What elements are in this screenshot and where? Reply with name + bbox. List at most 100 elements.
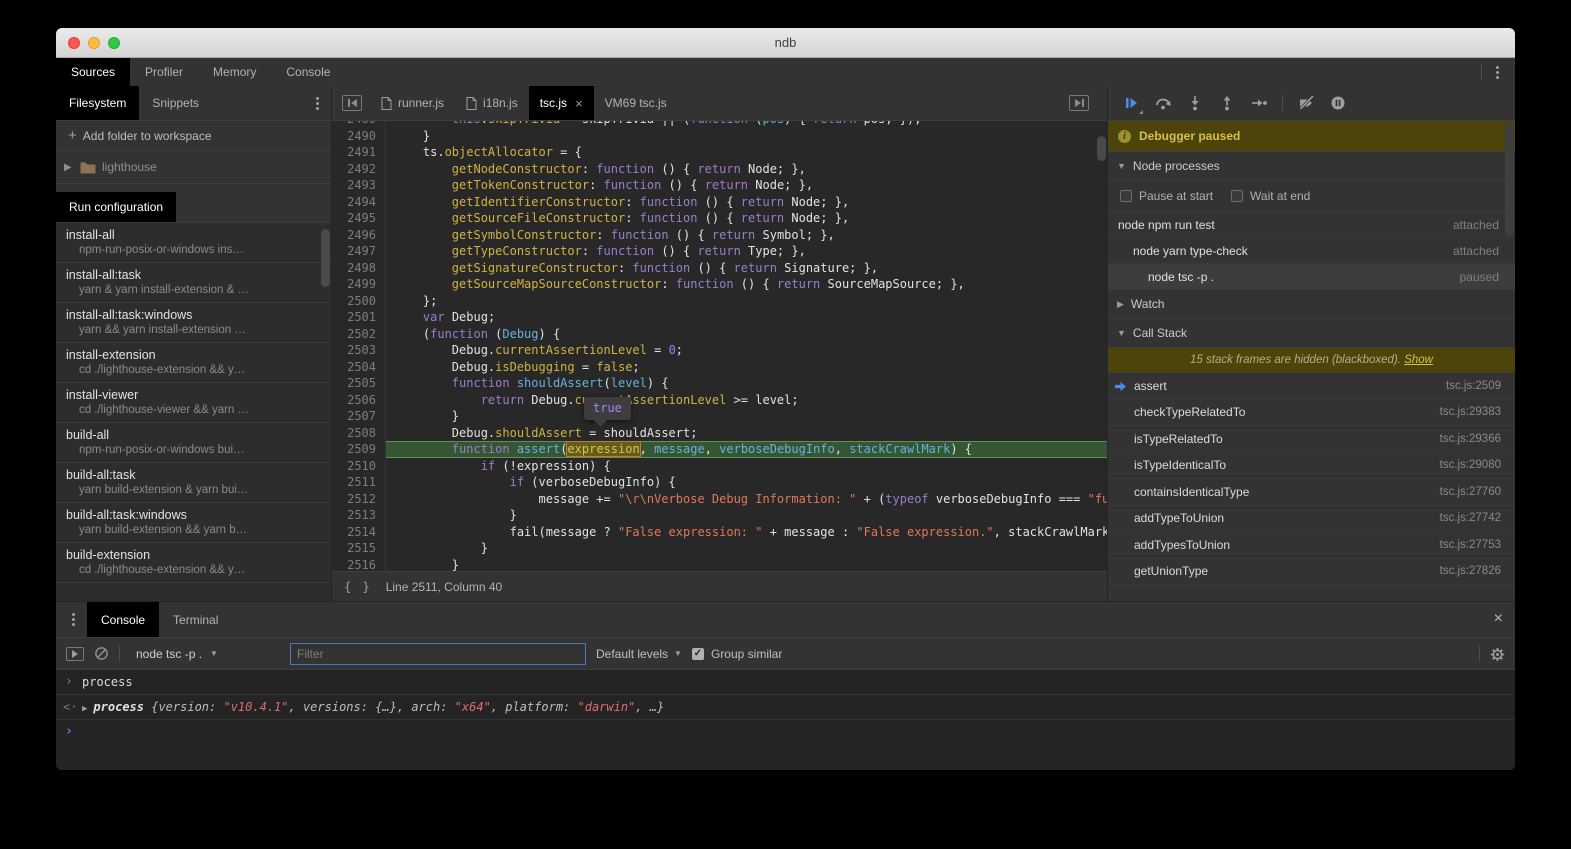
line-number[interactable]: 2506 [332,392,386,409]
execution-line[interactable]: 2509 function assert(expression, message… [332,441,1107,458]
run-config-item[interactable]: build-extensioncd ./lighthouse-extension… [56,543,331,583]
line-number[interactable]: 2513 [332,507,386,524]
code-line[interactable]: 2493 getTokenConstructor: function () { … [332,177,1107,194]
line-number[interactable]: 2494 [332,194,386,211]
run-config-item[interactable]: build-all:task:windowsyarn build-extensi… [56,503,331,543]
main-tab-sources[interactable]: Sources [56,58,130,86]
console-result-row[interactable]: <·▶process {version: "v10.4.1", versions… [56,695,1515,720]
pretty-print-icon[interactable]: { } [344,580,372,594]
code-line[interactable]: 2505 function shouldAssert(level) { [332,375,1107,392]
code-editor[interactable]: 2489 this.skipTrivia = skipTrivia || (fu… [332,121,1107,571]
show-blackboxed-link[interactable]: Show [1404,354,1433,366]
line-number[interactable]: 2496 [332,227,386,244]
code-line[interactable]: 2498 getSignatureConstructor: function (… [332,260,1107,277]
code-line[interactable]: 2511 if (verboseDebugInfo) { [332,474,1107,491]
group-similar-checkbox[interactable]: ✓ Group similar [692,647,782,661]
console-prompt-row[interactable]: › [56,720,1515,744]
main-tab-console[interactable]: Console [271,58,345,86]
pause-at-start-checkbox[interactable]: Pause at start [1120,189,1213,203]
line-number[interactable]: 2504 [332,359,386,376]
code-line[interactable]: 2501 var Debug; [332,309,1107,326]
stack-frame[interactable]: getUnionTypetsc.js:27826 [1108,559,1515,586]
code-line[interactable]: 2515 } [332,540,1107,557]
code-line[interactable]: 2504 Debug.isDebugging = false; [332,359,1107,376]
run-config-item[interactable]: build-allnpm-run-posix-or-windows bui… [56,423,331,463]
sidebar-tab-snippets[interactable]: Snippets [139,86,212,120]
code-line[interactable]: 2510 if (!expression) { [332,458,1107,475]
code-line[interactable]: 2502 (function (Debug) { [332,326,1107,343]
line-number[interactable]: 2490 [332,128,386,145]
code-line[interactable]: 2514 fail(message ? "False expression: "… [332,524,1107,541]
run-config-item[interactable]: install-all:task:windowsyarn && yarn ins… [56,303,331,343]
code-line[interactable]: 2495 getSourceFileConstructor: function … [332,210,1107,227]
close-drawer-icon[interactable]: × [1494,610,1503,628]
process-row[interactable]: node tsc -p .paused [1108,264,1515,290]
line-number[interactable]: 2491 [332,144,386,161]
log-levels-dropdown[interactable]: Default levels ▼ [596,647,682,661]
line-number[interactable]: 2508 [332,425,386,442]
more-options-icon[interactable] [1492,64,1503,81]
line-number[interactable]: 2503 [332,342,386,359]
main-tab-memory[interactable]: Memory [198,58,271,86]
step-out-icon[interactable] [1218,94,1236,112]
add-folder-button[interactable]: + Add folder to workspace [56,121,331,151]
wait-at-end-checkbox[interactable]: Wait at end [1231,189,1310,203]
line-number[interactable]: 2507 [332,408,386,425]
file-tab-tsc-js[interactable]: tsc.js× [529,86,594,120]
process-row[interactable]: node yarn type-checkattached [1108,238,1515,264]
code-line[interactable]: 2499 getSourceMapSourceConstructor: func… [332,276,1107,293]
debugger-panel-scrollbar[interactable] [1505,123,1514,236]
line-number[interactable]: 2492 [332,161,386,178]
clear-console-icon[interactable] [94,646,109,661]
pause-on-exceptions-icon[interactable] [1329,94,1347,112]
code-line[interactable]: 2497 getTypeConstructor: function () { r… [332,243,1107,260]
sidebar-more-icon[interactable] [312,95,323,112]
file-tab-runner-js[interactable]: runner.js [370,86,455,120]
line-number[interactable]: 2502 [332,326,386,343]
code-line[interactable]: 2512 message += "\r\nVerbose Debug Infor… [332,491,1107,508]
line-number[interactable]: 2497 [332,243,386,260]
code-line[interactable]: 2490 } [332,128,1107,145]
line-number[interactable]: 2509 [332,441,386,458]
resume-icon[interactable] [1122,94,1140,112]
node-processes-header[interactable]: ▼Node processes [1108,152,1515,181]
show-debugger-icon[interactable] [1069,95,1089,111]
drawer-tab-console[interactable]: Console [87,602,159,637]
stack-frame[interactable]: asserttsc.js:2509 [1108,373,1515,400]
run-config-item[interactable]: install-allnpm-run-posix-or-windows ins… [56,223,331,263]
drawer-menu-icon[interactable] [68,611,79,628]
file-tab-vm69-tsc-js[interactable]: VM69 tsc.js [594,86,678,120]
sidebar-tab-filesystem[interactable]: Filesystem [56,86,139,120]
run-config-item[interactable]: install-viewercd ./lighthouse-viewer && … [56,383,331,423]
sidebar-scrollbar[interactable] [321,229,330,287]
line-number[interactable]: 2500 [332,293,386,310]
stack-frame[interactable]: addTypesToUniontsc.js:27753 [1108,532,1515,559]
chevron-right-icon[interactable]: ▶ [64,162,74,173]
hide-navigator-icon[interactable] [342,95,362,111]
code-line[interactable]: 2508 Debug.shouldAssert = shouldAssert; [332,425,1107,442]
file-tab-i18n-js[interactable]: i18n.js [455,86,529,120]
expand-console-icon[interactable] [66,647,84,661]
console-settings-gear-icon[interactable] [1490,647,1505,662]
line-number[interactable]: 2510 [332,458,386,475]
expand-object-icon[interactable]: ▶ [82,704,87,714]
code-line[interactable]: 2506 return Debug.currentAssertionLevel … [332,392,1107,409]
editor-scrollbar[interactable] [1097,136,1106,161]
main-tab-profiler[interactable]: Profiler [130,58,198,86]
code-line[interactable]: 2494 getIdentifierConstructor: function … [332,194,1107,211]
call-stack-header[interactable]: ▼Call Stack [1108,319,1515,348]
run-config-item[interactable]: build-all:taskyarn build-extension & yar… [56,463,331,503]
deactivate-breakpoints-icon[interactable] [1297,94,1315,112]
run-config-item[interactable]: install-all:taskyarn & yarn install-exte… [56,263,331,303]
line-number[interactable]: 2515 [332,540,386,557]
console-output[interactable]: ›process<·▶process {version: "v10.4.1", … [56,670,1515,770]
code-line[interactable]: 2503 Debug.currentAssertionLevel = 0; [332,342,1107,359]
workspace-folder-lighthouse[interactable]: ▶ lighthouse [56,151,331,184]
step-into-icon[interactable] [1186,94,1204,112]
line-number[interactable]: 2516 [332,557,386,572]
console-filter-input[interactable] [290,643,586,665]
stack-frame[interactable]: isTypeIdenticalTotsc.js:29080 [1108,453,1515,480]
line-number[interactable]: 2501 [332,309,386,326]
line-number[interactable]: 2493 [332,177,386,194]
watch-header[interactable]: ▶Watch [1108,290,1515,319]
